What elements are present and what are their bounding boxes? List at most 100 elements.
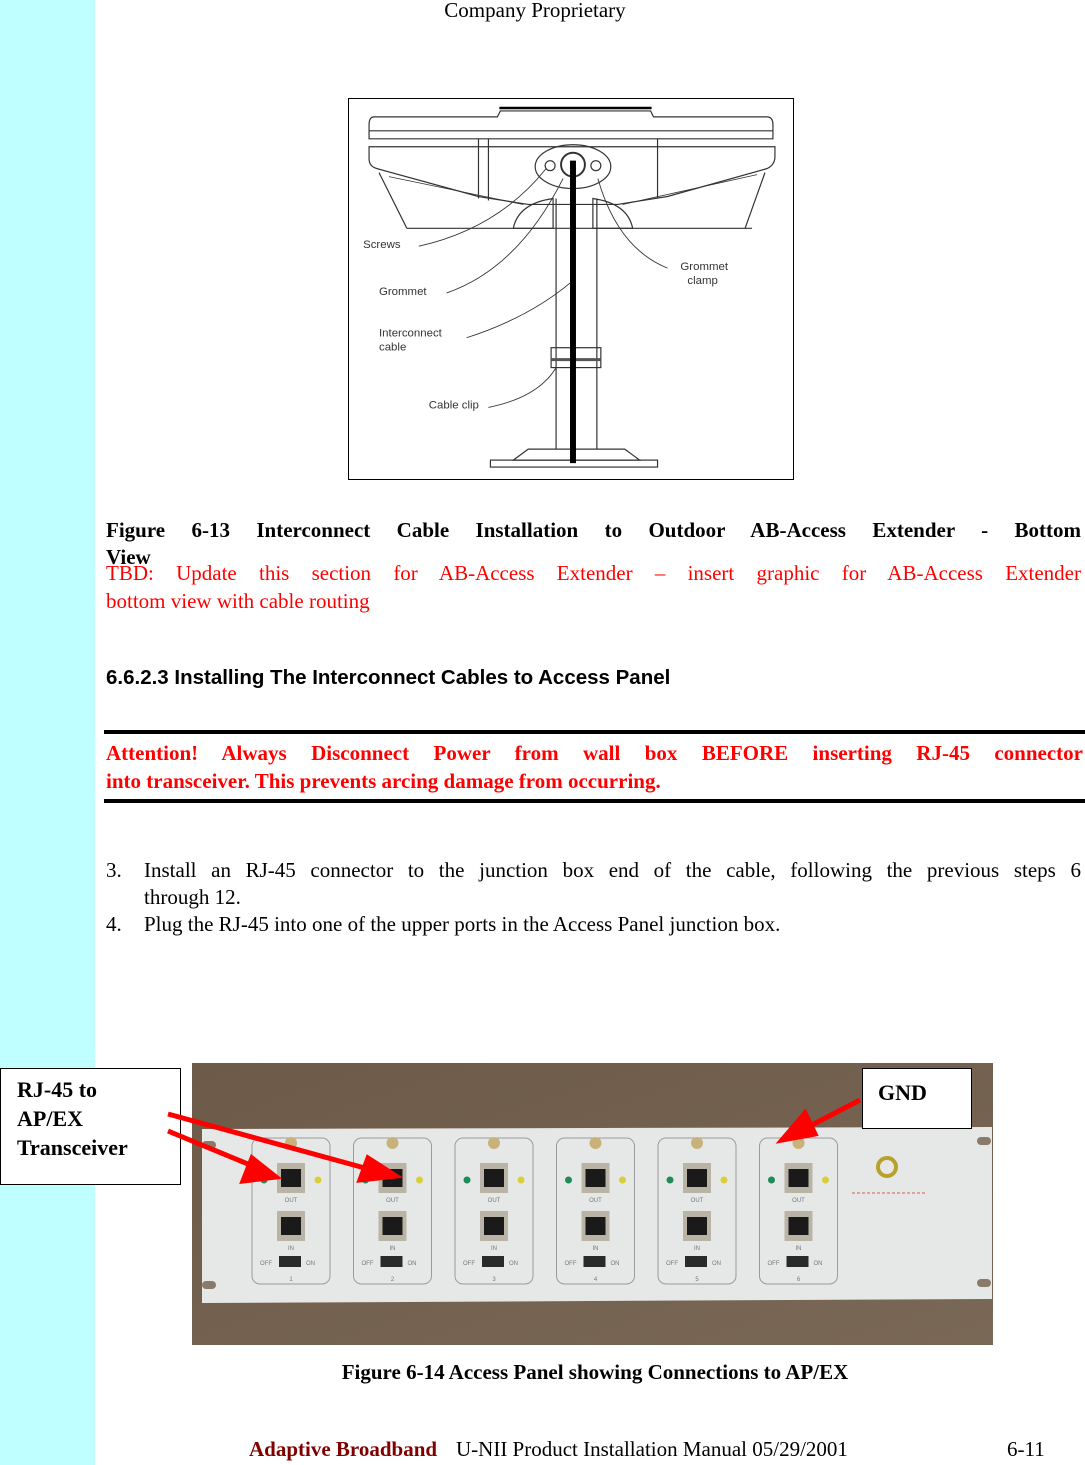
callout-rj45-line-1: RJ-45 to bbox=[17, 1077, 98, 1102]
switch-label-on: ON bbox=[611, 1261, 620, 1267]
switch-label-on: ON bbox=[712, 1261, 721, 1267]
step-text: Plug the RJ-45 into one of the upper por… bbox=[144, 912, 781, 936]
power-switch bbox=[685, 1256, 707, 1267]
label-cable-clip: Cable clip bbox=[429, 399, 479, 411]
rj45-jack-icon bbox=[484, 1217, 504, 1235]
port-label-out: OUT bbox=[488, 1198, 501, 1204]
switch-label-on: ON bbox=[814, 1261, 823, 1267]
rj45-jack-icon bbox=[687, 1169, 707, 1187]
switch-label-on: ON bbox=[509, 1261, 518, 1267]
caption-line-1: Figure 6-13 Interconnect Cable Installat… bbox=[106, 518, 1081, 542]
leader-clip bbox=[488, 367, 557, 408]
power-switch bbox=[482, 1256, 504, 1267]
led-yellow bbox=[314, 1176, 322, 1184]
rack-ear-slot bbox=[977, 1137, 991, 1145]
switch-label-off: OFF bbox=[768, 1261, 780, 1267]
tbd-line-2: bottom view with cable routing bbox=[106, 589, 370, 613]
callout-rj45-line-3: Transceiver bbox=[17, 1135, 128, 1160]
rj45-jack-icon bbox=[788, 1217, 809, 1235]
label-grommet-clamp-2: clamp bbox=[687, 275, 717, 287]
port-label-in: IN bbox=[491, 1246, 497, 1252]
port-label-in: IN bbox=[288, 1246, 294, 1252]
screw-right bbox=[590, 160, 602, 172]
attention-warning: Attention! Always Disconnect Power from … bbox=[104, 730, 1085, 803]
gnd-post-icon bbox=[386, 1137, 399, 1149]
port-label-out: OUT bbox=[589, 1198, 602, 1204]
rj45-jack-icon bbox=[484, 1169, 504, 1187]
port-label-in: IN bbox=[796, 1246, 802, 1252]
list-item: 4. Plug the RJ-45 into one of the upper … bbox=[106, 911, 1081, 938]
tbd-line-1: TBD: Update this section for AB-Access E… bbox=[106, 561, 1081, 585]
power-switch bbox=[583, 1256, 606, 1267]
led-yellow bbox=[822, 1176, 829, 1184]
rj45-jack-icon bbox=[382, 1169, 403, 1187]
power-switch bbox=[279, 1256, 301, 1267]
power-switch bbox=[786, 1256, 809, 1267]
label-interconnect-2: cable bbox=[379, 342, 406, 354]
footer-page-number: 6-11 bbox=[1007, 1437, 1045, 1461]
header-proprietary: Company Proprietary bbox=[444, 0, 626, 22]
led-yellow bbox=[416, 1176, 423, 1184]
port-label-out: OUT bbox=[792, 1198, 805, 1204]
footer-title: U-NII Product Installation Manual 05/29/… bbox=[456, 1437, 848, 1461]
step-number: 4. bbox=[106, 912, 122, 936]
leader-grommet bbox=[446, 178, 564, 294]
port-label-in: IN bbox=[593, 1246, 599, 1252]
step-text-line-2: through 12. bbox=[144, 885, 241, 909]
housing-top bbox=[368, 110, 774, 140]
led-green bbox=[260, 1176, 268, 1184]
rj45-jack-icon bbox=[281, 1217, 301, 1235]
rj45-jack-icon bbox=[382, 1217, 403, 1235]
callout-gnd: GND bbox=[862, 1068, 972, 1129]
led-yellow bbox=[720, 1176, 728, 1184]
led-green bbox=[362, 1176, 369, 1184]
gnd-post-icon bbox=[285, 1137, 297, 1149]
switch-label-off: OFF bbox=[666, 1261, 678, 1267]
callout-rj45-line-2: AP/EX bbox=[17, 1106, 83, 1131]
switch-label-off: OFF bbox=[463, 1261, 475, 1267]
switch-label-off: OFF bbox=[260, 1261, 272, 1267]
port-label-out: OUT bbox=[691, 1198, 704, 1204]
gnd-post-icon bbox=[488, 1137, 500, 1149]
figure-6-14-caption: Figure 6-14 Access Panel showing Connect… bbox=[341, 1360, 849, 1384]
led-yellow bbox=[619, 1176, 626, 1184]
footer-brand: Adaptive Broadband bbox=[249, 1437, 438, 1461]
led-green bbox=[768, 1176, 775, 1184]
step-text-line-1: Install an RJ-45 connector to the juncti… bbox=[144, 858, 1081, 882]
port-label-out: OUT bbox=[285, 1198, 298, 1204]
callout-rj45: RJ-45 to AP/EX Transceiver bbox=[0, 1068, 181, 1185]
switch-label-on: ON bbox=[408, 1261, 417, 1267]
tbd-note: TBD: Update this section for AB-Access E… bbox=[106, 559, 1081, 615]
rj45-jack-icon bbox=[788, 1169, 809, 1187]
gnd-post-icon bbox=[792, 1137, 805, 1149]
rj45-jack-icon bbox=[585, 1217, 606, 1235]
left-margin-band bbox=[0, 0, 95, 1465]
section-heading: 6.6.2.3 Installing The Interconnect Cabl… bbox=[106, 666, 671, 689]
label-grommet-clamp-1: Grommet bbox=[680, 261, 728, 273]
attention-line-1: Attention! Always Disconnect Power from … bbox=[106, 741, 1083, 765]
rj45-jack-icon bbox=[687, 1217, 707, 1235]
label-interconnect-1: Interconnect bbox=[379, 328, 443, 340]
attention-line-2: into transceiver. This prevents arcing d… bbox=[106, 769, 661, 793]
led-green bbox=[666, 1176, 674, 1184]
gnd-post-icon bbox=[589, 1137, 602, 1149]
led-green bbox=[565, 1176, 572, 1184]
port-label-out: OUT bbox=[386, 1198, 399, 1204]
rj45-jack-icon bbox=[585, 1169, 606, 1187]
list-item: 3. Install an RJ-45 connector to the jun… bbox=[106, 857, 1081, 911]
step-text: Install an RJ-45 connector to the juncti… bbox=[144, 857, 1081, 909]
switch-label-off: OFF bbox=[362, 1261, 374, 1267]
port-label-in: IN bbox=[694, 1246, 700, 1252]
label-grommet: Grommet bbox=[379, 286, 427, 298]
rj45-jack-icon bbox=[281, 1169, 301, 1187]
switch-label-on: ON bbox=[306, 1261, 315, 1267]
power-switch bbox=[380, 1256, 403, 1267]
gnd-post-icon bbox=[691, 1137, 703, 1149]
step-number: 3. bbox=[106, 858, 122, 882]
port-label-in: IN bbox=[390, 1246, 396, 1252]
base-top bbox=[511, 448, 642, 461]
rack-ear-slot bbox=[202, 1141, 216, 1149]
rack-ear-slot bbox=[977, 1279, 991, 1287]
led-yellow bbox=[517, 1176, 525, 1184]
label-screws: Screws bbox=[363, 239, 401, 251]
